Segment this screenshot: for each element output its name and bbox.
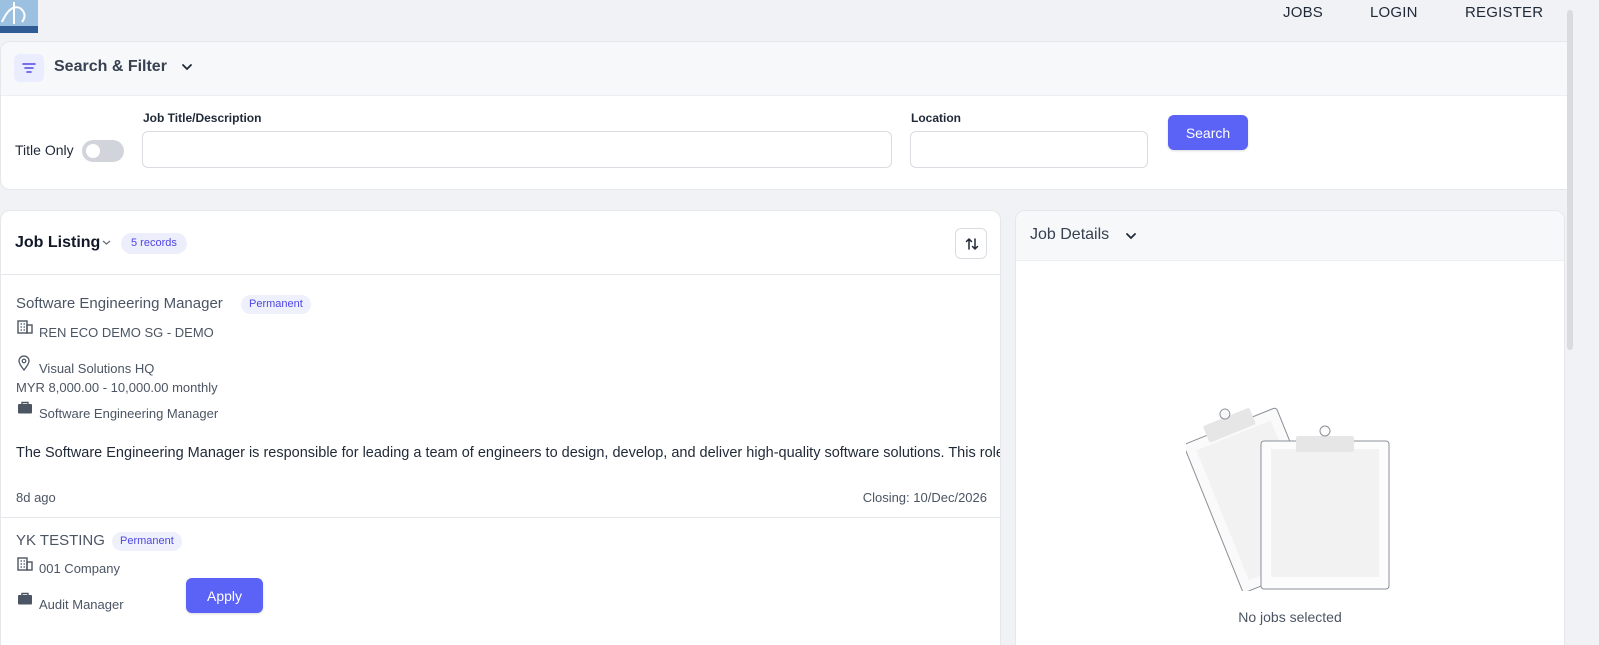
briefcase-icon bbox=[18, 592, 32, 605]
job-details-header[interactable]: Job Details bbox=[1016, 211, 1564, 261]
search-button[interactable]: Search bbox=[1168, 115, 1248, 150]
job-title[interactable]: Software Engineering Manager bbox=[16, 295, 223, 312]
job-listing-title: Job Listing bbox=[15, 234, 101, 251]
title-only-label: Title Only bbox=[15, 142, 74, 158]
briefcase-icon bbox=[18, 401, 32, 414]
scrollbar-thumb[interactable] bbox=[1567, 10, 1573, 350]
empty-clipboard-illustration bbox=[1186, 407, 1390, 591]
nav-register-link[interactable]: REGISTER bbox=[1465, 4, 1543, 21]
company-name: 001 Company bbox=[39, 561, 120, 576]
location-label: Location bbox=[911, 111, 961, 125]
job-card[interactable]: YK TESTING Permanent 001 Company Audit M… bbox=[1, 518, 1000, 645]
toggle-knob bbox=[86, 144, 100, 158]
filter-icon bbox=[14, 54, 44, 82]
posted-ago: 8d ago bbox=[16, 490, 56, 505]
job-title-label: Job Title/Description bbox=[143, 111, 262, 125]
records-count-badge: 5 records bbox=[121, 233, 187, 254]
building-icon bbox=[17, 557, 33, 571]
job-listing-panel: Job Listing 5 records Software Engineeri… bbox=[0, 210, 1001, 645]
search-filter-title: Search & Filter bbox=[54, 58, 167, 75]
title-only-toggle[interactable] bbox=[82, 140, 124, 162]
building-icon bbox=[17, 320, 33, 334]
job-title-input[interactable] bbox=[142, 131, 892, 168]
job-details-panel: Job Details No jobs selected bbox=[1015, 210, 1565, 645]
top-navbar: JOBS LOGIN REGISTER bbox=[0, 0, 1599, 40]
chevron-down-icon[interactable] bbox=[1125, 231, 1137, 241]
job-title[interactable]: YK TESTING bbox=[16, 532, 105, 549]
job-listing-header: Job Listing 5 records bbox=[1, 211, 1000, 275]
job-card[interactable]: Software Engineering Manager Permanent R… bbox=[1, 275, 1001, 518]
job-type-badge: Permanent bbox=[241, 295, 311, 314]
nav-login-link[interactable]: LOGIN bbox=[1370, 4, 1418, 21]
job-salary: MYR 8,000.00 - 10,000.00 monthly bbox=[16, 380, 218, 395]
job-type-badge: Permanent bbox=[112, 532, 182, 551]
job-location: Visual Solutions HQ bbox=[39, 361, 155, 376]
apply-button[interactable]: Apply bbox=[186, 578, 263, 613]
job-description: The Software Engineering Manager is resp… bbox=[16, 445, 1001, 461]
closing-date: Closing: 10/Dec/2026 bbox=[862, 490, 987, 505]
job-position: Software Engineering Manager bbox=[39, 406, 219, 421]
chevron-down-icon[interactable] bbox=[102, 239, 111, 246]
search-filter-header[interactable]: Search & Filter bbox=[1, 42, 1593, 96]
job-position: Audit Manager bbox=[39, 597, 124, 612]
brand-logo[interactable] bbox=[0, 0, 38, 33]
sort-arrows-icon bbox=[965, 238, 979, 250]
job-details-title: Job Details bbox=[1030, 226, 1110, 243]
company-name: REN ECO DEMO SG - DEMO bbox=[39, 325, 214, 340]
page-scrollbar[interactable] bbox=[1567, 0, 1599, 645]
search-filter-card: Search & Filter Title Only Job Title/Des… bbox=[0, 41, 1594, 190]
location-input[interactable] bbox=[910, 131, 1148, 168]
chevron-down-icon[interactable] bbox=[181, 62, 193, 72]
no-jobs-message: No jobs selected bbox=[1238, 609, 1342, 625]
nav-jobs-link[interactable]: JOBS bbox=[1283, 4, 1323, 21]
sort-button[interactable] bbox=[955, 228, 987, 259]
map-pin-icon bbox=[18, 355, 30, 371]
